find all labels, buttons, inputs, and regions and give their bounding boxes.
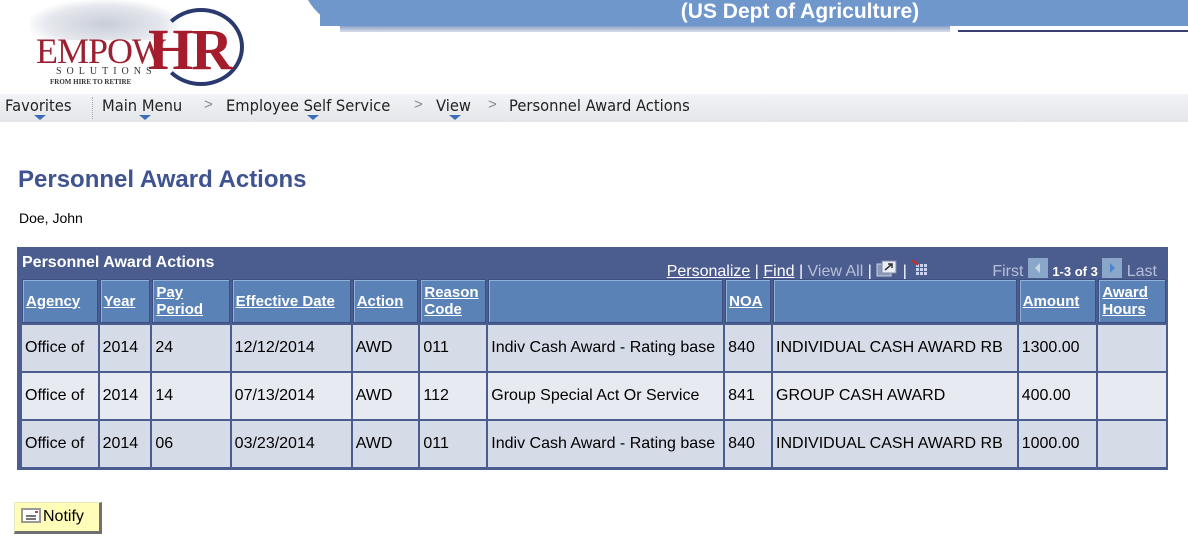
table-header-row: Agency Year Pay Period Effective Date Act… [22,279,1166,323]
col-noa[interactable]: NOA [725,279,772,323]
action-sort-link[interactable]: Action [357,293,415,310]
cell-pay-period: 24 [152,325,230,371]
cell-action: AWD [352,421,419,467]
cell-effective-date: 07/13/2014 [231,373,351,419]
empowhr-logo: EMPOW HR SOLUTIONS FROM HIRE TO RETIRE [20,0,250,92]
notify-button[interactable]: Notify [14,502,102,534]
cell-year: 2014 [99,421,151,467]
col-pay-period[interactable]: Pay Period [152,279,230,323]
cell-noa-description: INDIVIDUAL CASH AWARD RB [773,325,1017,371]
cell-amount: 1300.00 [1018,325,1097,371]
cell-action: AWD [352,325,419,371]
agency-sort-link[interactable]: Agency [26,293,94,310]
cell-reason-description: Indiv Cash Award - Rating base [488,421,724,467]
notify-icon [21,508,41,523]
award-hours-line1: Award [1102,284,1148,301]
nav-employee-self-service[interactable]: Employee Self Service [226,96,390,115]
cell-agency: Office of [22,325,98,371]
employee-name: Doe, John [19,210,83,226]
cell-award-hours [1098,421,1166,467]
award-hours-sort-link[interactable]: Award Hours [1102,284,1162,318]
award-hours-line2: Hours [1102,301,1146,318]
chevron-down-icon[interactable] [307,115,319,120]
cell-reason-code: 011 [420,421,487,467]
year-sort-link[interactable]: Year [104,293,147,310]
reason-code-line1: Reason [424,284,479,301]
col-noa-description [773,279,1017,323]
cell-pay-period: 06 [152,421,230,467]
col-agency[interactable]: Agency [22,279,98,323]
nav-current-page[interactable]: Personnel Award Actions [509,96,690,115]
cell-amount: 400.00 [1018,373,1097,419]
chevron-down-icon[interactable] [449,115,461,120]
cell-action: AWD [352,373,419,419]
col-reason-description [488,279,724,323]
cell-year: 2014 [99,373,151,419]
cell-reason-code: 011 [420,325,487,371]
table-row: Office of 2014 24 12/12/2014 AWD 011 Ind… [22,325,1166,371]
effective-date-sort-link[interactable]: Effective Date [236,293,347,310]
cell-noa-description: INDIVIDUAL CASH AWARD RB [773,421,1017,467]
cell-agency: Office of [22,373,98,419]
noa-sort-link[interactable]: NOA [729,293,767,310]
cell-reason-description: Indiv Cash Award - Rating base [488,325,724,371]
col-effective-date[interactable]: Effective Date [231,279,351,323]
amount-sort-link[interactable]: Amount [1023,293,1093,310]
breadcrumb-separator: > [204,96,213,113]
table-row: Office of 2014 06 03/23/2014 AWD 011 Ind… [22,421,1166,467]
cell-pay-period: 14 [152,373,230,419]
nav-main-menu[interactable]: Main Menu [102,96,182,115]
page-title: Personnel Award Actions [18,166,307,193]
cell-noa: 841 [725,373,772,419]
pay-period-line2: Period [156,301,204,318]
cell-effective-date: 03/23/2014 [231,421,351,467]
logo-tagline: FROM HIRE TO RETIRE [50,78,132,86]
breadcrumb-separator: > [414,96,423,113]
agency-title: (US Dept of Agriculture) [680,0,920,23]
col-reason-code[interactable]: Reason Code [420,279,487,323]
cell-award-hours [1098,325,1166,371]
logo-hr-text: HR [148,17,233,82]
breadcrumb-separator: > [488,96,497,113]
col-action[interactable]: Action [352,279,419,323]
cell-award-hours [1098,373,1166,419]
cell-noa: 840 [725,421,772,467]
logo-solutions-text: SOLUTIONS [56,66,157,77]
cell-noa: 840 [725,325,772,371]
chevron-down-icon[interactable] [139,115,151,120]
cell-reason-code: 112 [420,373,487,419]
cell-year: 2014 [99,325,151,371]
header-banner: (US Dept of Agriculture) EMPOW HR SOLUTI… [0,0,1188,94]
cell-amount: 1000.00 [1018,421,1097,467]
reason-code-line2: Code [424,301,462,318]
chevron-down-icon[interactable] [34,115,46,120]
col-award-hours[interactable]: Award Hours [1098,279,1166,323]
breadcrumb-nav: Favorites Main Menu > Employee Self Serv… [0,94,1188,122]
grid-title: Personnel Award Actions [22,254,215,271]
nav-divider [92,97,93,119]
cell-agency: Office of [22,421,98,467]
reason-code-sort-link[interactable]: Reason Code [424,284,482,318]
banner-underline [340,26,950,32]
cell-noa-description: GROUP CASH AWARD [773,373,1017,419]
banner-underline-right [958,30,1188,32]
award-actions-grid: Personnel Award Actions Personalize | Fi… [17,247,1168,470]
nav-view[interactable]: View [436,96,471,115]
col-amount[interactable]: Amount [1018,279,1097,323]
table-row: Office of 2014 14 07/13/2014 AWD 112 Gro… [22,373,1166,419]
award-actions-table: Agency Year Pay Period Effective Date Act… [20,277,1168,469]
nav-favorites[interactable]: Favorites [5,96,71,115]
cell-reason-description: Group Special Act Or Service [488,373,724,419]
pay-period-line1: Pay [156,284,184,301]
notify-label: Notify [43,508,84,525]
col-year[interactable]: Year [99,279,151,323]
pay-period-sort-link[interactable]: Pay Period [156,284,225,318]
cell-effective-date: 12/12/2014 [231,325,351,371]
